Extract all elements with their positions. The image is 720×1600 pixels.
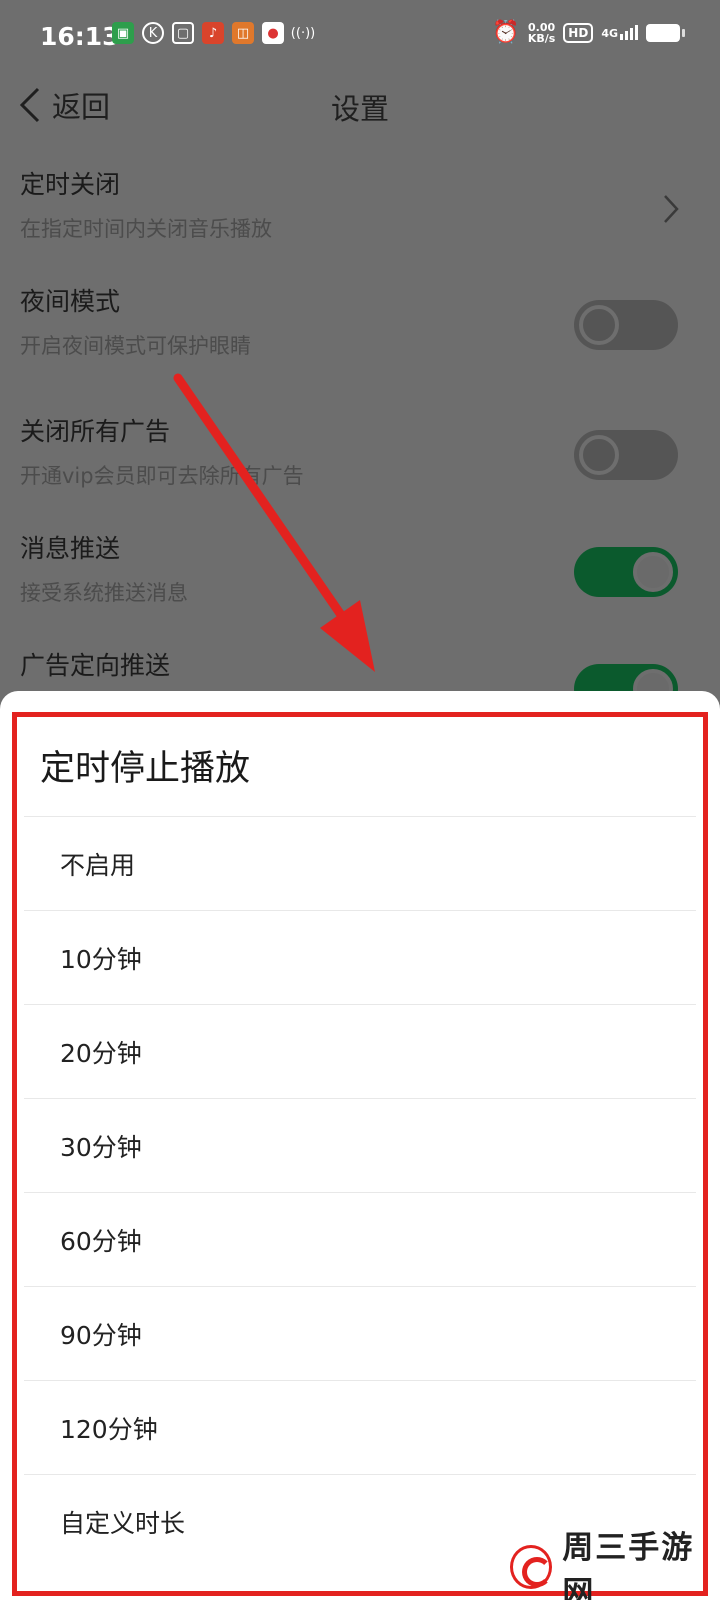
toggle-knob [633, 552, 673, 592]
close-ads-toggle[interactable] [574, 430, 678, 480]
shop-app-icon: ◫ [232, 22, 254, 44]
app-header: 返回 设置 [0, 70, 720, 150]
push-messages-toggle[interactable] [574, 547, 678, 597]
logo-mark-icon [510, 1545, 553, 1589]
net-speed-value: 0.00 [527, 20, 556, 34]
net-speed-unit: KB/s [527, 31, 556, 45]
watermark-text: 周三手游网 [562, 1530, 695, 1600]
k-app-icon: K [142, 22, 164, 44]
annotation-arrow [173, 373, 375, 672]
watermark-logo: 周三手游网 [510, 1522, 720, 1600]
notification-icons: ▣ K ▢ ♪ ◫ ● ((·)) [112, 22, 316, 44]
night-mode-toggle[interactable] [574, 300, 678, 350]
battery-icon [646, 23, 685, 42]
highlight-box [12, 712, 708, 1596]
signal-icon: 4G [601, 25, 638, 40]
setting-title: 定时关闭 [20, 170, 121, 199]
alarm-icon: ⏰ [492, 20, 520, 45]
page-title: 设置 [330, 92, 389, 126]
system-icons: ⏰ 0.00 KB/s HD 4G [492, 20, 685, 45]
app-notification-icon: ▣ [112, 22, 134, 44]
setting-timer-close[interactable]: 定时关闭 在指定时间内关闭音乐播放 [20, 165, 700, 243]
status-time: 16:13 [40, 22, 120, 51]
message-icon: ▢ [172, 22, 194, 44]
network-speed: 0.00 KB/s [528, 22, 555, 44]
signal-label: 4G [601, 27, 618, 40]
chevron-right-icon [664, 195, 679, 223]
listen-app-icon: ♪ [202, 22, 224, 44]
map-app-icon: ● [262, 22, 284, 44]
toggle-knob [579, 305, 619, 345]
setting-night-mode: 夜间模式 开启夜间模式可保护眼睛 [20, 282, 700, 360]
hd-badge: HD [563, 22, 594, 43]
hotspot-icon: ((·)) [290, 25, 316, 41]
setting-subtitle: 在指定时间内关闭音乐播放 [20, 217, 272, 241]
toggle-knob [579, 435, 619, 475]
status-bar: 16:13 ▣ K ▢ ♪ ◫ ● ((·)) ⏰ 0.00 KB/s HD 4… [0, 0, 720, 70]
